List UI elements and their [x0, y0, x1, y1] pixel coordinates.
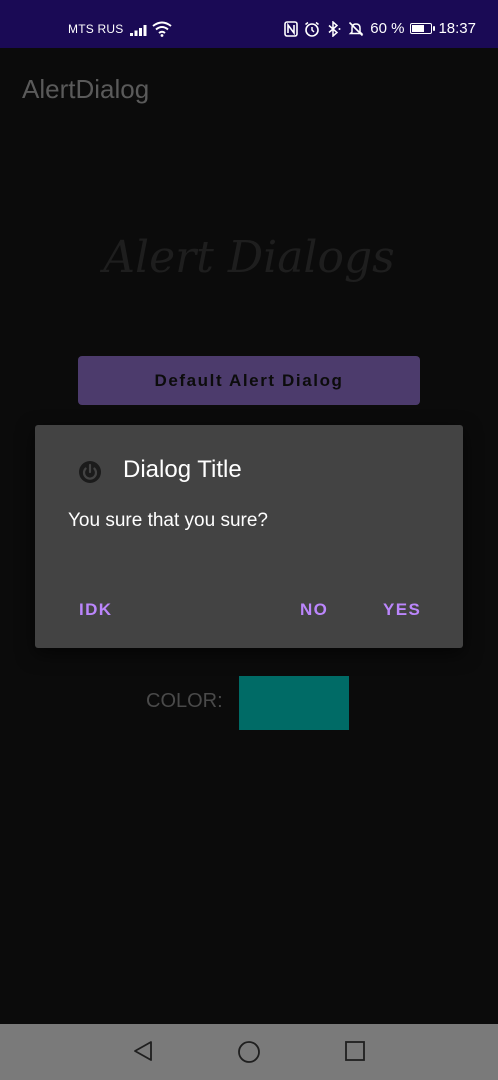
- carrier-label: MTS RUS: [68, 22, 124, 36]
- yes-button[interactable]: YES: [383, 600, 421, 620]
- battery-icon: [410, 23, 436, 34]
- dialog-title: Dialog Title: [123, 456, 242, 483]
- wifi-icon: [152, 21, 172, 42]
- power-icon: [78, 460, 102, 489]
- color-swatch[interactable]: [239, 676, 349, 730]
- status-bar: MTS RUS 60 % 18:37: [0, 0, 498, 48]
- app-title: AlertDialog: [22, 74, 150, 104]
- recents-icon[interactable]: [344, 1040, 366, 1067]
- navigation-bar: [0, 1024, 498, 1080]
- battery-percent: 60 %: [370, 20, 405, 37]
- default-alert-dialog-button[interactable]: Default Alert Dialog: [78, 356, 420, 405]
- alarm-icon: [304, 21, 320, 37]
- signal-icon: [130, 23, 148, 41]
- alert-dialog: Dialog Title You sure that you sure? IDK…: [35, 425, 463, 648]
- home-icon[interactable]: [237, 1040, 261, 1069]
- hero-heading: Alert Dialogs: [103, 232, 395, 283]
- color-label: COLOR:: [146, 690, 223, 712]
- mute-icon: [348, 21, 364, 37]
- clock: 18:37: [438, 20, 476, 37]
- nfc-icon: [284, 20, 299, 37]
- bluetooth-icon: [326, 20, 342, 37]
- dialog-message: You sure that you sure?: [68, 510, 268, 531]
- no-button[interactable]: NO: [300, 600, 328, 620]
- idk-button[interactable]: IDK: [79, 600, 112, 620]
- status-right-group: 60 % 18:37: [284, 20, 476, 37]
- back-icon[interactable]: [132, 1040, 154, 1067]
